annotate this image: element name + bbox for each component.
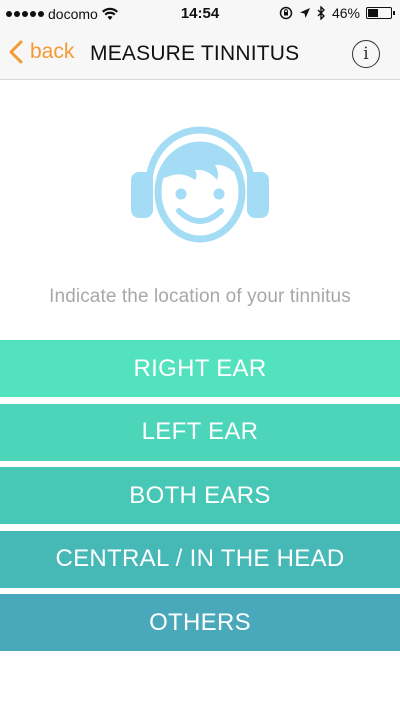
info-icon: i — [363, 44, 369, 64]
option-others-button[interactable]: OTHERS — [0, 594, 400, 651]
headphones-face-icon — [125, 112, 275, 252]
status-bar: docomo 14:54 46% — [0, 0, 400, 28]
bluetooth-icon — [317, 6, 325, 20]
rotation-lock-icon — [279, 6, 293, 20]
battery-fill — [368, 9, 378, 17]
instruction-text: Indicate the location of your tinnitus — [49, 286, 351, 307]
option-both-ears-button[interactable]: BOTH EARS — [0, 467, 400, 524]
location-arrow-icon — [299, 8, 310, 18]
option-central-head-button[interactable]: CENTRAL / IN THE HEAD — [0, 530, 400, 588]
chevron-left-icon — [9, 40, 23, 64]
navigation-bar: back MEASURE TINNITUS i — [0, 28, 400, 80]
back-label: back — [30, 40, 75, 63]
status-right: 46% — [279, 5, 395, 21]
battery-icon — [366, 7, 395, 19]
option-right-ear-button[interactable]: RIGHT EAR — [0, 340, 400, 397]
battery-percent: 46% — [331, 5, 360, 21]
page-title: MEASURE TINNITUS — [90, 42, 300, 65]
back-button[interactable]: back — [8, 40, 74, 64]
info-button[interactable]: i — [352, 40, 380, 68]
tinnitus-location-options: RIGHT EAR LEFT EAR BOTH EARS CENTRAL / I… — [0, 340, 400, 658]
option-left-ear-button[interactable]: LEFT EAR — [0, 403, 400, 461]
